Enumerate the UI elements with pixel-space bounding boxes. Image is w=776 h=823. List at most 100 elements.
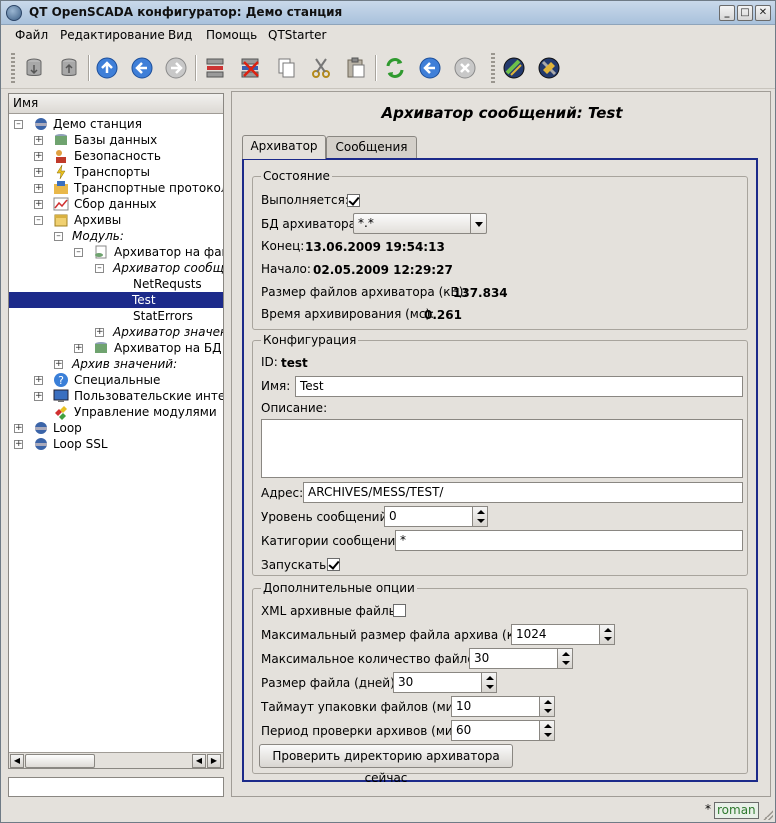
spin-arrows-icon[interactable] [472, 506, 488, 527]
expand-toggle[interactable]: + [34, 152, 43, 161]
expand-toggle[interactable]: + [54, 360, 63, 369]
db-save-icon[interactable] [56, 55, 82, 81]
tree-item[interactable]: Транспортные протоколы [74, 180, 223, 196]
message-level-stepper[interactable]: 0 [384, 506, 489, 527]
message-categories-field[interactable]: * [395, 530, 743, 551]
tree-item[interactable]: Безопасность [74, 148, 161, 164]
spin-arrows-icon[interactable] [599, 624, 615, 645]
menu-file[interactable]: Файл [15, 28, 48, 42]
tab-messages[interactable]: Сообщения [326, 136, 417, 158]
max-files-stepper[interactable]: 30 [469, 648, 574, 669]
expand-toggle[interactable]: – [54, 232, 63, 241]
scroll-left-icon[interactable]: ◀ [10, 754, 24, 768]
menu-edit[interactable]: Редактирование [60, 28, 165, 42]
tree-item[interactable]: Демо станция [53, 116, 142, 132]
tree-item[interactable]: Базы данных [74, 132, 157, 148]
toolbar-grip[interactable] [11, 53, 15, 83]
expand-toggle[interactable]: + [14, 440, 23, 449]
spin-arrows-icon[interactable] [481, 672, 497, 693]
name-field[interactable]: Test [295, 376, 743, 397]
autostart-checkbox[interactable] [327, 558, 340, 571]
tab-archiver[interactable]: Архиватор [242, 135, 326, 159]
scrollbar-thumb[interactable] [25, 754, 95, 768]
tree-item[interactable]: Специальные [74, 372, 160, 388]
stop-icon[interactable] [452, 55, 478, 81]
tree-column-header[interactable]: Имя [9, 94, 223, 114]
expand-toggle[interactable]: + [34, 136, 43, 145]
tree-item[interactable]: Архиватор сообще [113, 260, 223, 276]
description-textarea[interactable] [261, 419, 743, 478]
tree-item-selected[interactable]: Test [9, 292, 223, 308]
expand-toggle[interactable]: – [14, 120, 23, 129]
pack-timeout-value[interactable]: 10 [451, 696, 540, 717]
back-icon[interactable] [129, 55, 155, 81]
spin-arrows-icon[interactable] [557, 648, 573, 669]
spin-arrows-icon[interactable] [539, 720, 555, 741]
tree-item[interactable]: Архиватор значен [113, 324, 223, 340]
expand-toggle[interactable]: + [95, 328, 104, 337]
message-level-value[interactable]: 0 [384, 506, 473, 527]
expand-toggle[interactable]: + [34, 392, 43, 401]
copy-icon[interactable] [273, 55, 299, 81]
expand-toggle[interactable]: – [74, 248, 83, 257]
address-field[interactable]: ARCHIVES/MESS/TEST/ [303, 482, 743, 503]
tree-item[interactable]: Loop [53, 420, 82, 436]
start-icon[interactable] [417, 55, 443, 81]
tree-item[interactable]: Loop SSL [53, 436, 108, 452]
resize-grip-icon[interactable] [763, 810, 773, 820]
expand-toggle[interactable]: + [34, 376, 43, 385]
tree-item[interactable]: Транспорты [74, 164, 150, 180]
expand-toggle[interactable]: – [34, 216, 43, 225]
expand-toggle[interactable]: + [74, 344, 83, 353]
expand-toggle[interactable]: + [34, 200, 43, 209]
close-icon[interactable]: ✕ [755, 5, 771, 21]
tree-item[interactable]: Архиватор на файл [114, 244, 223, 260]
paste-icon[interactable] [343, 55, 369, 81]
pack-timeout-stepper[interactable]: 10 [451, 696, 556, 717]
expand-toggle[interactable]: + [14, 424, 23, 433]
tree-horizontal-scrollbar[interactable]: ◀ ◀ ▶ [9, 752, 223, 768]
tree-item[interactable]: NetRequsts [133, 276, 202, 292]
minimize-icon[interactable]: _ [719, 5, 735, 21]
tree-item[interactable]: Пользовательские интерф [74, 388, 223, 404]
delete-item-icon[interactable] [237, 55, 263, 81]
check-archive-dir-button[interactable]: Проверить директорию архиватора сейчас [259, 744, 513, 785]
check-period-stepper[interactable]: 60 [451, 720, 556, 741]
tree-item[interactable]: Архиватор на БД [114, 340, 222, 356]
cut-icon[interactable] [308, 55, 334, 81]
file-size-days-stepper[interactable]: 30 [393, 672, 498, 693]
menu-view[interactable]: Вид [168, 28, 192, 42]
ui-vision-icon[interactable] [501, 55, 527, 81]
tree-item[interactable]: Управление модулями [74, 404, 217, 420]
check-period-value[interactable]: 60 [451, 720, 540, 741]
max-files-value[interactable]: 30 [469, 648, 558, 669]
tree-item[interactable]: Архивы [74, 212, 121, 228]
tree-item[interactable]: Сбор данных [74, 196, 156, 212]
maximize-icon[interactable]: □ [737, 5, 753, 21]
tree-item[interactable]: Модуль: [72, 228, 124, 244]
add-item-icon[interactable] [202, 55, 228, 81]
running-checkbox[interactable] [347, 194, 360, 207]
refresh-icon[interactable] [382, 55, 408, 81]
toolbar-grip[interactable] [491, 53, 495, 83]
tree-item[interactable]: Архив значений: [72, 356, 177, 372]
scroll-right-icon[interactable]: ▶ [207, 754, 221, 768]
scroll-left-icon[interactable]: ◀ [192, 754, 206, 768]
file-size-days-value[interactable]: 30 [393, 672, 482, 693]
expand-toggle[interactable]: – [95, 264, 104, 273]
archiver-db-select[interactable]: *.* [353, 213, 487, 234]
max-file-size-value[interactable]: 1024 [511, 624, 600, 645]
xml-files-checkbox[interactable] [393, 604, 406, 617]
ui-develop-icon[interactable] [536, 55, 562, 81]
menu-help[interactable]: Помощь [206, 28, 257, 42]
expand-toggle[interactable]: + [34, 184, 43, 193]
chevron-down-icon[interactable] [470, 214, 486, 233]
up-icon[interactable] [94, 55, 120, 81]
tree-filter-input[interactable] [8, 777, 224, 797]
menu-qtstarter[interactable]: QTStarter [268, 28, 326, 42]
db-load-icon[interactable] [21, 55, 47, 81]
spin-arrows-icon[interactable] [539, 696, 555, 717]
max-file-size-stepper[interactable]: 1024 [511, 624, 616, 645]
user-indicator[interactable]: roman [714, 802, 759, 819]
expand-toggle[interactable]: + [34, 168, 43, 177]
